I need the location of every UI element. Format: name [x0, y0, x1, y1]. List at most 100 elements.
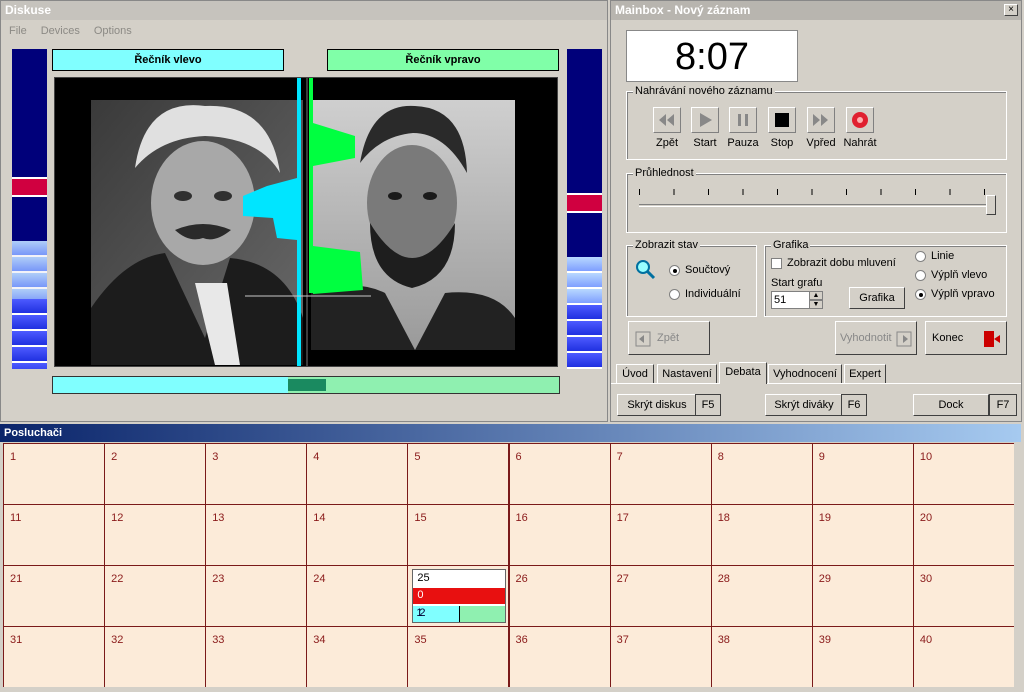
radio-vypln-vpravo[interactable] — [915, 289, 926, 300]
radio-individualni[interactable] — [669, 289, 680, 300]
pause-button[interactable] — [729, 107, 757, 133]
transparency-thumb[interactable] — [986, 195, 996, 215]
spin-up-icon[interactable]: ▲ — [809, 291, 823, 300]
listener-cell[interactable]: 28 — [711, 566, 812, 626]
start-graph-input[interactable]: 51 — [771, 291, 811, 309]
listener-cell[interactable]: 24 — [307, 566, 408, 626]
tab-uvod[interactable]: Úvod — [616, 364, 654, 383]
hide-discussion-button[interactable]: Skrýt diskus — [617, 394, 697, 416]
listener-cell[interactable]: 20 — [913, 505, 1014, 565]
listener-cell[interactable]: 13 — [206, 505, 307, 565]
forward-button[interactable] — [807, 107, 835, 133]
spin-down-icon[interactable]: ▼ — [809, 300, 823, 309]
listener-number: 18 — [717, 512, 730, 524]
f6-key: F6 — [841, 394, 867, 416]
close-icon[interactable]: × — [1004, 4, 1018, 16]
listener-cell[interactable]: 4 — [307, 444, 408, 504]
graphics-legend: Grafika — [771, 239, 811, 251]
evaluate-button[interactable]: Vyhodnotit — [835, 321, 917, 355]
listener-cell[interactable]: 2 — [105, 444, 206, 504]
listener-cell[interactable]: 17 — [610, 505, 711, 565]
start-button[interactable] — [691, 107, 719, 133]
listener-cell[interactable]: 25 0 1 2 — [408, 566, 509, 626]
tab-line — [611, 383, 1021, 384]
listener-value: 0 — [417, 589, 424, 601]
listener-cell[interactable]: 21 — [4, 566, 105, 626]
timeline-scrollbar[interactable] — [52, 376, 560, 394]
arrow-left-icon — [635, 331, 651, 347]
listener-number: 37 — [616, 634, 629, 646]
stop-button[interactable] — [768, 107, 796, 133]
listener-cell[interactable]: 27 — [610, 566, 711, 626]
fast-forward-icon — [813, 114, 828, 126]
listener-cell[interactable]: 29 — [812, 566, 913, 626]
listener-cell[interactable]: 14 — [307, 505, 408, 565]
radio-vypln-vpravo-label: Výplň vpravo — [931, 288, 995, 300]
end-button[interactable]: Konec — [925, 321, 1007, 355]
tab-vyhodnoceni[interactable]: Vyhodnocení — [768, 364, 842, 383]
menu-devices[interactable]: Devices — [41, 22, 80, 40]
listener-cell[interactable]: 35 — [408, 627, 509, 687]
rewind-button[interactable] — [653, 107, 681, 133]
listener-cell[interactable]: 30 — [913, 566, 1014, 626]
hide-viewers-button[interactable]: Skrýt diváky — [765, 394, 843, 416]
evaluate-label: Vyhodnotit — [840, 332, 892, 344]
f5-key: F5 — [695, 394, 721, 416]
radio-linie[interactable] — [915, 251, 926, 262]
listener-cell[interactable]: 26 — [509, 566, 610, 626]
speaker-portraits — [91, 78, 515, 366]
listener-cell[interactable]: 36 — [509, 627, 610, 687]
listener-cell[interactable]: 32 — [105, 627, 206, 687]
record-icon — [852, 112, 868, 128]
graphics-button[interactable]: Grafika — [849, 287, 905, 309]
listener-cell[interactable]: 16 — [509, 505, 610, 565]
listener-cell[interactable]: 5 — [408, 444, 509, 504]
listener-cell[interactable]: 12 — [105, 505, 206, 565]
listener-cell[interactable]: 8 — [711, 444, 812, 504]
back-button[interactable]: Zpět — [628, 321, 710, 355]
listener-cell[interactable]: 39 — [812, 627, 913, 687]
listener-cell[interactable]: 3 — [206, 444, 307, 504]
listener-cell[interactable]: 9 — [812, 444, 913, 504]
listener-cell[interactable]: 15 — [408, 505, 509, 565]
tab-nastaveni[interactable]: Nastavení — [657, 364, 717, 383]
listener-cell[interactable]: 19 — [812, 505, 913, 565]
listener-cell[interactable]: 7 — [610, 444, 711, 504]
listener-cell[interactable]: 11 — [4, 505, 105, 565]
listener-cell[interactable]: 33 — [206, 627, 307, 687]
listener-cell[interactable]: 23 — [206, 566, 307, 626]
listener-cell[interactable]: 1 — [4, 444, 105, 504]
listener-number: 13 — [212, 512, 225, 524]
end-label: Konec — [932, 332, 964, 344]
listener-cell[interactable]: 18 — [711, 505, 812, 565]
listener-number: 17 — [616, 512, 629, 524]
listener-cell[interactable]: 40 — [913, 627, 1014, 687]
stop-label: Stop — [770, 137, 794, 149]
listener-cell[interactable]: 22 — [105, 566, 206, 626]
radio-soucet[interactable] — [669, 265, 680, 276]
tab-debata[interactable]: Debata — [719, 362, 767, 384]
timeline-thumb[interactable] — [288, 379, 326, 391]
listener-number: 27 — [616, 573, 629, 585]
record-button[interactable] — [846, 107, 874, 133]
rewind-icon — [659, 114, 674, 126]
tab-expert[interactable]: Expert — [844, 364, 886, 383]
listener-cell[interactable]: 31 — [4, 627, 105, 687]
radio-vypln-vlevo[interactable] — [915, 270, 926, 281]
listener-cell[interactable]: 34 — [307, 627, 408, 687]
listener-number: 24 — [313, 573, 326, 585]
display-state-legend: Zobrazit stav — [633, 239, 700, 251]
listener-number: 19 — [818, 512, 832, 524]
dock-button[interactable]: Dock — [913, 394, 989, 416]
listener-cell[interactable]: 6 — [509, 444, 610, 504]
listener-cell[interactable]: 10 — [913, 444, 1014, 504]
listener-number: 36 — [515, 634, 528, 646]
listener-number: 3 — [212, 451, 219, 463]
f7-key: F7 — [989, 394, 1017, 416]
listener-cell[interactable]: 37 — [610, 627, 711, 687]
menu-file[interactable]: File — [9, 22, 27, 40]
transparency-track[interactable] — [639, 204, 991, 207]
listener-cell[interactable]: 38 — [711, 627, 812, 687]
show-time-checkbox[interactable] — [771, 258, 782, 269]
menu-options[interactable]: Options — [94, 22, 132, 40]
